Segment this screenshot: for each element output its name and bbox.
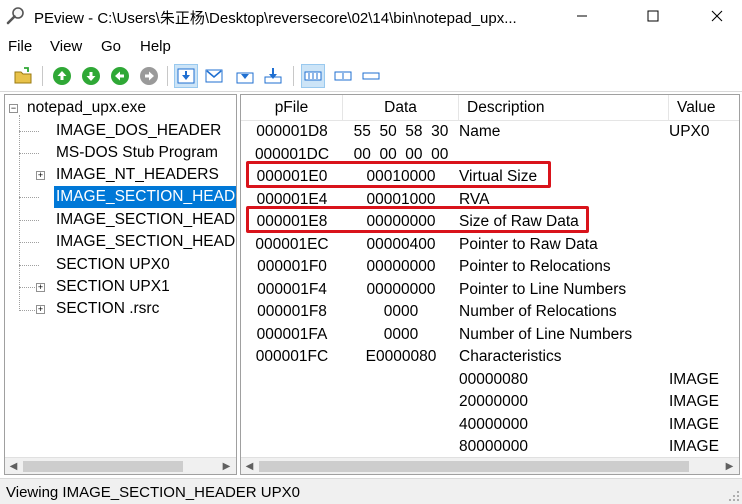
cell-data: 00000400 bbox=[366, 235, 436, 253]
tree-expand-section-upx1[interactable]: + bbox=[36, 283, 45, 292]
cell-description: Characteristics bbox=[459, 348, 562, 365]
minimize-button[interactable] bbox=[559, 0, 605, 32]
tree-item-section-upx1[interactable]: SECTION UPX1 bbox=[56, 276, 170, 298]
cell-description: 20000000 bbox=[459, 393, 528, 410]
list-row[interactable]: 000001F4 00000000 Pointer to Line Numbers bbox=[241, 279, 739, 302]
list-row[interactable]: 40000000 IMAGE bbox=[241, 414, 739, 437]
menu-go[interactable]: Go bbox=[101, 38, 121, 55]
cell-value: IMAGE bbox=[669, 415, 719, 433]
cell-pfile: 000001EC bbox=[255, 235, 329, 253]
menu-bar: File View Go Help bbox=[0, 33, 742, 59]
detail-view-icon[interactable] bbox=[331, 64, 355, 88]
list-scroll-thumb[interactable] bbox=[259, 461, 689, 472]
tree-collapse-notepad[interactable]: − bbox=[9, 104, 18, 113]
title-bar: PEview - C:\Users\朱正杨\Desktop\reversecor… bbox=[0, 0, 742, 32]
cell-description: Name bbox=[459, 123, 501, 140]
tree-item-section-header-upx1[interactable]: IMAGE_SECTION_HEADER UPX1 bbox=[56, 209, 236, 231]
view-word-icon[interactable] bbox=[233, 64, 257, 88]
status-bar: Viewing IMAGE_SECTION_HEADER UPX0 bbox=[0, 478, 742, 504]
toolbar bbox=[0, 60, 742, 92]
maximize-button[interactable] bbox=[630, 0, 676, 32]
cell-data: 00000000 bbox=[366, 280, 436, 298]
cell-data: 00000000 bbox=[366, 258, 436, 275]
cell-pfile: 000001F0 bbox=[257, 258, 327, 275]
view-dword-icon[interactable] bbox=[261, 64, 285, 88]
tree-item-notepad-exe[interactable]: notepad_upx.exe bbox=[27, 97, 146, 119]
list-horizontal-scrollbar[interactable]: ◀ ▶ bbox=[241, 457, 739, 474]
highlight-size-of-raw-data bbox=[246, 206, 589, 233]
column-value[interactable]: Value bbox=[669, 95, 739, 121]
list-view-icon[interactable] bbox=[301, 64, 325, 88]
tree-item-nt-headers[interactable]: IMAGE_NT_HEADERS bbox=[56, 164, 219, 186]
cell-pfile: 000001FC bbox=[255, 348, 329, 365]
column-pfile[interactable]: pFile bbox=[241, 95, 343, 121]
tree-item-dos-stub[interactable]: MS-DOS Stub Program bbox=[56, 142, 218, 164]
view-hex-icon[interactable] bbox=[174, 64, 198, 88]
list-row[interactable]: 000001F0 00000000 Pointer to Relocations bbox=[241, 256, 739, 279]
cell-data: 0000 bbox=[383, 325, 419, 343]
tree-item-section-header-upx0[interactable]: IMAGE_SECTION_HEADER UPX0 bbox=[54, 186, 236, 208]
cell-data: 55 50 58 30 bbox=[353, 123, 449, 140]
list-header: pFile Data Description Value bbox=[241, 95, 739, 121]
scroll-left-arrow-icon[interactable]: ◀ bbox=[5, 458, 22, 474]
menu-help[interactable]: Help bbox=[140, 38, 171, 55]
tree-expand-section-rsrc[interactable]: + bbox=[36, 305, 45, 314]
column-data[interactable]: Data bbox=[343, 95, 459, 121]
menu-view[interactable]: View bbox=[50, 38, 82, 55]
tree-item-section-upx0[interactable]: SECTION UPX0 bbox=[56, 254, 170, 276]
back-left-icon[interactable] bbox=[108, 64, 132, 88]
scroll-right-arrow-icon[interactable]: ▶ bbox=[218, 458, 235, 474]
tree-expand-nt-headers[interactable]: + bbox=[36, 171, 45, 180]
cell-value: UPX0 bbox=[669, 123, 710, 140]
resize-grip-icon[interactable] bbox=[728, 490, 740, 502]
small-view-icon[interactable] bbox=[359, 64, 383, 88]
cell-pfile: 000001FA bbox=[256, 325, 328, 343]
detail-list[interactable]: pFile Data Description Value 000001D8 55 … bbox=[240, 94, 740, 475]
tree-item-section-header-rsrc[interactable]: IMAGE_SECTION_HEADER .rsrc bbox=[56, 231, 236, 253]
list-scroll-left-arrow-icon[interactable]: ◀ bbox=[241, 458, 258, 474]
cell-value: IMAGE bbox=[669, 438, 719, 455]
cell-value: IMAGE bbox=[669, 393, 719, 410]
list-row[interactable]: 000001D8 55 50 58 30 Name UPX0 bbox=[241, 121, 739, 144]
cell-description: Pointer to Line Numbers bbox=[459, 280, 627, 298]
cell-pfile: 000001D8 bbox=[256, 123, 328, 140]
list-scroll-right-arrow-icon[interactable]: ▶ bbox=[721, 458, 738, 474]
back-up-icon[interactable] bbox=[50, 64, 74, 88]
tree-horizontal-scrollbar[interactable]: ◀ ▶ bbox=[5, 457, 236, 474]
list-row[interactable]: 000001F8 0000 Number of Relocations bbox=[241, 301, 739, 324]
cell-pfile: 000001F8 bbox=[257, 303, 327, 320]
view-byte-icon[interactable] bbox=[202, 64, 226, 88]
cell-description: Number of Relocations bbox=[459, 303, 617, 320]
forward-down-icon[interactable] bbox=[79, 64, 103, 88]
forward-right-icon[interactable] bbox=[137, 64, 161, 88]
cell-description: Pointer to Raw Data bbox=[459, 235, 598, 253]
cell-description: 80000000 bbox=[459, 438, 528, 455]
column-description[interactable]: Description bbox=[459, 95, 669, 121]
magnifier-app-icon bbox=[6, 6, 26, 26]
list-row[interactable]: 000001EC 00000400 Pointer to Raw Data bbox=[241, 234, 739, 257]
cell-description: 40000000 bbox=[459, 415, 528, 433]
status-text: Viewing IMAGE_SECTION_HEADER UPX0 bbox=[6, 484, 300, 501]
cell-description: 00000080 bbox=[459, 370, 528, 388]
highlight-virtual-size bbox=[246, 161, 551, 188]
list-row[interactable]: 000001FC E0000080 Characteristics bbox=[241, 346, 739, 369]
list-row[interactable]: 80000000 IMAGE bbox=[241, 436, 739, 459]
tree-scroll-thumb[interactable] bbox=[23, 461, 183, 472]
tree-item-section-rsrc[interactable]: SECTION .rsrc bbox=[56, 298, 159, 320]
list-row[interactable]: 000001FA 0000 Number of Line Numbers bbox=[241, 324, 739, 347]
cell-description: Number of Line Numbers bbox=[459, 325, 633, 343]
cell-value: IMAGE bbox=[669, 370, 719, 388]
menu-file[interactable]: File bbox=[8, 38, 32, 55]
cell-data: E0000080 bbox=[365, 348, 437, 365]
window-title: PEview - C:\Users\朱正杨\Desktop\reversecor… bbox=[34, 10, 517, 27]
section-tree[interactable]: − notepad_upx.exe IMAGE_DOS_HEADER MS-DO… bbox=[4, 94, 237, 475]
list-row[interactable]: 20000000 IMAGE bbox=[241, 391, 739, 414]
close-button[interactable] bbox=[694, 0, 740, 32]
open-file-icon[interactable] bbox=[11, 64, 35, 88]
cell-pfile: 000001F4 bbox=[257, 280, 327, 298]
tree-item-dos-header[interactable]: IMAGE_DOS_HEADER bbox=[56, 120, 221, 142]
cell-data: 0000 bbox=[383, 303, 419, 320]
list-row[interactable]: 00000080 IMAGE bbox=[241, 369, 739, 392]
cell-description: Pointer to Relocations bbox=[459, 258, 611, 275]
